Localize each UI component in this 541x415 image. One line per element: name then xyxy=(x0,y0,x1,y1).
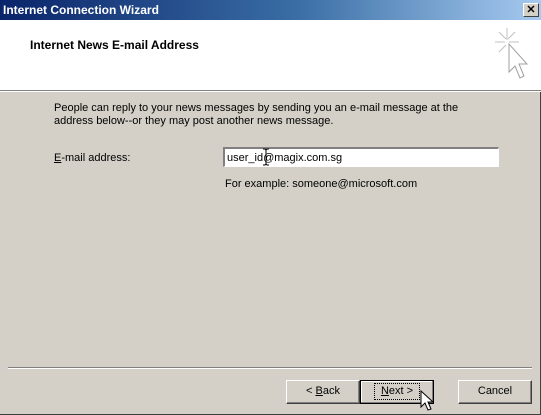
back-prefix: < xyxy=(306,385,316,397)
text-cursor-icon xyxy=(263,148,269,166)
intro-text: People can reply to your news messages b… xyxy=(54,102,459,127)
wizard-header: Internet News E-mail Address xyxy=(0,20,541,91)
cancel-button[interactable]: Cancel xyxy=(458,380,532,404)
wizard-sparkle-cursor-icon xyxy=(495,28,529,79)
close-icon: ✕ xyxy=(526,4,536,16)
page-title: Internet News E-mail Address xyxy=(30,38,199,52)
mouse-pointer-icon xyxy=(420,390,435,411)
title-bar[interactable]: Internet Connection Wizard ✕ xyxy=(0,0,541,20)
next-label: ext > xyxy=(388,385,414,397)
email-label-text: -mail address: xyxy=(61,152,131,164)
close-button[interactable]: ✕ xyxy=(523,3,539,17)
email-address-label: E-mail address: xyxy=(54,152,130,164)
wizard-window: Internet Connection Wizard ✕ Internet Ne… xyxy=(0,0,541,415)
footer-separator xyxy=(8,367,532,369)
next-focus-rect: Next > xyxy=(373,383,421,400)
window-title: Internet Connection Wizard xyxy=(3,3,159,17)
back-button[interactable]: < Back xyxy=(286,380,360,404)
next-accelerator: N xyxy=(380,385,389,397)
back-accelerator: B xyxy=(315,385,323,397)
email-example-hint: For example: someone@microsoft.com xyxy=(225,178,418,190)
back-label: ack xyxy=(322,385,340,397)
